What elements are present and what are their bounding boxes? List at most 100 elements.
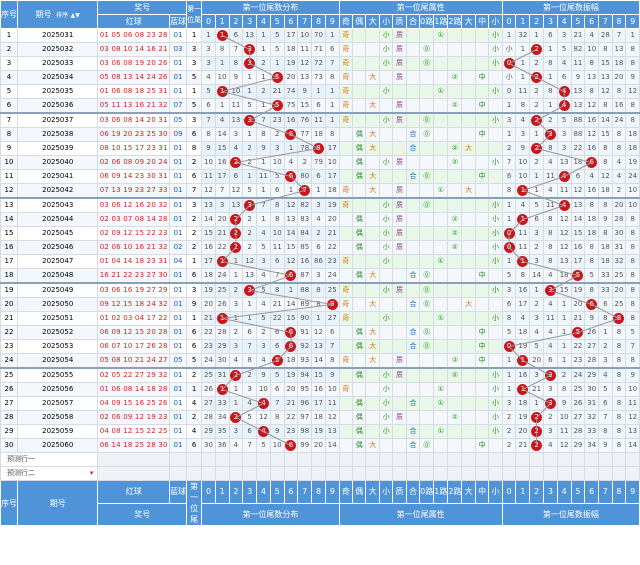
attr-cell [433,169,449,184]
dist-cell: 5 [269,353,285,369]
predict-cell[interactable] [378,452,394,467]
row-first-tail: 1 [186,254,203,269]
predict-cell[interactable] [570,452,586,467]
predict-cell[interactable] [365,466,380,481]
predict-cell[interactable] [515,466,531,481]
predict-cell[interactable] [169,452,188,467]
dist-cell: 4 [242,396,258,411]
row-first-tail: 3 [186,197,203,213]
predict-cell[interactable] [556,466,572,481]
attr-cell: 小 [378,112,394,128]
ampl-cell: 8 [625,282,640,298]
attr-col-header: 奇 [338,14,354,29]
predict-cell[interactable] [214,452,230,467]
predict-cell[interactable] [584,466,600,481]
predict-cell[interactable] [352,466,367,481]
predict-cell[interactable] [447,466,463,481]
predict-cell[interactable] [405,466,421,481]
sort-toggle[interactable]: 排序 [56,12,68,19]
attr-cell [433,141,449,156]
predict-cell[interactable] [97,452,171,467]
predict-cell[interactable] [419,466,435,481]
predict-cell[interactable] [529,466,545,481]
predict-cell[interactable] [515,452,531,467]
predict-cell[interactable] [311,452,326,467]
attr-cell [405,70,421,85]
issue-header[interactable]: 期号 排序 ▲▼ [16,0,99,29]
predict-cell[interactable] [625,452,640,467]
predict-cell[interactable] [186,466,203,481]
predict-cell[interactable] [488,452,503,467]
predict-cell[interactable] [311,466,326,481]
predict-cell[interactable] [352,452,367,467]
dist-cell: 89 [297,297,313,312]
predict-cell[interactable] [242,452,258,467]
predict-cell[interactable] [611,466,627,481]
predict-cell[interactable] [543,452,558,467]
predict-cell[interactable] [392,452,407,467]
predict-cell[interactable] [256,466,271,481]
ampl-hit-ball: 2 [531,426,543,437]
predict-cell[interactable] [461,452,476,467]
predict-cell[interactable] [324,466,340,481]
predict-cell[interactable] [269,452,285,467]
predict-label[interactable]: 预测行一 [0,452,99,467]
predict-cell[interactable] [433,452,449,467]
predict-cell[interactable] [419,452,435,467]
predict-cell[interactable] [97,466,171,481]
predict-cell[interactable] [228,466,244,481]
predict-cell[interactable] [447,452,463,467]
predict-cell[interactable] [570,466,586,481]
predict-cell[interactable] [488,466,503,481]
predict-cell[interactable] [584,452,600,467]
predict-cell[interactable] [543,466,558,481]
row-first-tail: 3 [186,282,203,298]
predict-cell[interactable] [297,466,313,481]
predict-cell[interactable] [201,452,216,467]
predict-cell[interactable] [214,466,230,481]
predict-cell[interactable] [186,452,203,467]
dist-cell: 11 [201,169,216,184]
dropdown-arrow-icon[interactable]: ▾ [90,468,94,480]
predict-cell[interactable] [501,466,517,481]
predict-cell[interactable] [201,466,216,481]
ampl-cell: 3 [556,141,572,156]
predict-cell[interactable] [392,466,407,481]
predict-cell[interactable] [269,466,285,481]
predict-cell[interactable] [338,452,354,467]
predict-cell[interactable] [283,466,299,481]
predict-cell[interactable] [556,452,572,467]
predict-cell[interactable] [625,466,640,481]
ampl-cell: 22 [570,339,586,354]
sort-arrow-icon[interactable]: ▲▼ [71,12,80,19]
ampl-cell: 25 [611,297,627,312]
predict-cell[interactable] [474,466,490,481]
predict-cell[interactable] [283,452,299,467]
predict-cell[interactable] [228,452,244,467]
predict-cell[interactable] [242,466,258,481]
ampl-cell: 6 [570,169,586,184]
row-red-balls: 03 06 08 19 20 26 [97,56,171,71]
attr-cell [461,42,476,57]
ampl-cell: 4 [543,325,558,340]
ampl-cell: 0 [501,240,517,255]
predict-cell[interactable] [405,452,421,467]
predict-cell[interactable] [433,466,449,481]
predict-cell[interactable] [324,452,340,467]
predict-label[interactable]: 预测行二 ▾ [0,466,99,481]
predict-cell[interactable] [338,466,354,481]
predict-cell[interactable] [501,452,517,467]
predict-cell[interactable] [169,466,188,481]
predict-cell[interactable] [297,452,313,467]
dist-cell: 19 [283,56,299,71]
predict-cell[interactable] [598,452,613,467]
predict-cell[interactable] [611,452,627,467]
predict-cell[interactable] [474,452,490,467]
predict-cell[interactable] [256,452,271,467]
predict-cell[interactable] [529,452,545,467]
predict-cell[interactable] [598,466,613,481]
predict-cell[interactable] [365,452,380,467]
predict-cell[interactable] [461,466,476,481]
predict-cell[interactable] [378,466,394,481]
footer-ampl-col: 1 [515,480,531,504]
